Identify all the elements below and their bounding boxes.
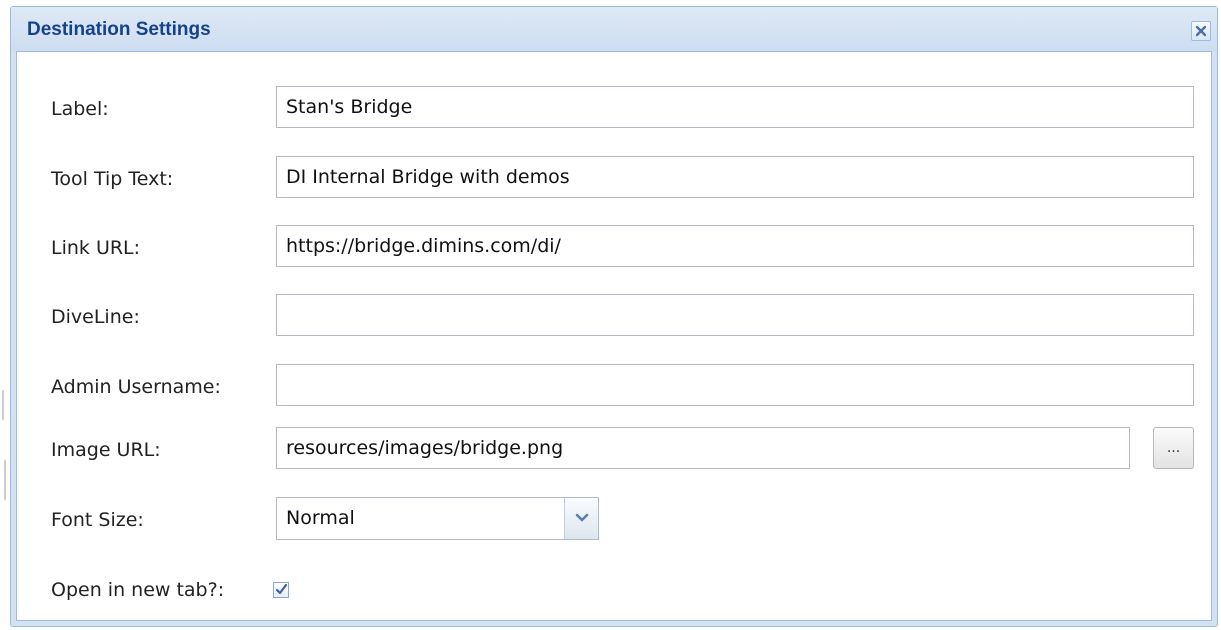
diveline-field-label: DiveLine: (51, 306, 140, 328)
link-url-field-label: Link URL: (51, 237, 141, 259)
checkmark-icon (275, 583, 288, 595)
open-new-tab-checkbox[interactable] (273, 582, 289, 598)
tooltip-text-input[interactable] (276, 156, 1194, 198)
label-field-label: Label: (51, 98, 109, 120)
close-icon (1195, 25, 1207, 37)
font-size-select[interactable]: Normal (276, 497, 599, 540)
chevron-down-icon (575, 513, 589, 522)
admin-username-field-label: Admin Username: (51, 376, 221, 398)
open-new-tab-field-label: Open in new tab?: (51, 579, 225, 601)
font-size-selected-value: Normal (286, 507, 355, 529)
backdrop (0, 0, 10, 630)
tooltip-field-label: Tool Tip Text: (51, 168, 174, 190)
dialog-header[interactable]: Destination Settings (11, 7, 1217, 51)
font-size-dropdown-trigger[interactable] (564, 498, 598, 539)
image-url-input[interactable] (276, 427, 1130, 469)
image-url-field-label: Image URL: (51, 439, 161, 461)
backdrop-edge-mark (2, 390, 4, 420)
diveline-input[interactable] (276, 294, 1194, 336)
dialog-body: Label: Tool Tip Text: Link URL: DiveLine… (16, 51, 1212, 621)
label-input[interactable] (276, 86, 1194, 128)
destination-settings-dialog: Destination Settings Label: Tool Tip Tex… (10, 6, 1218, 627)
admin-username-input[interactable] (276, 364, 1194, 406)
close-button[interactable] (1191, 21, 1211, 41)
backdrop-edge-mark (4, 460, 6, 500)
font-size-field-label: Font Size: (51, 509, 144, 531)
dialog-title: Destination Settings (27, 19, 211, 40)
link-url-input[interactable] (276, 225, 1194, 267)
browse-image-button[interactable]: ... (1153, 427, 1194, 469)
